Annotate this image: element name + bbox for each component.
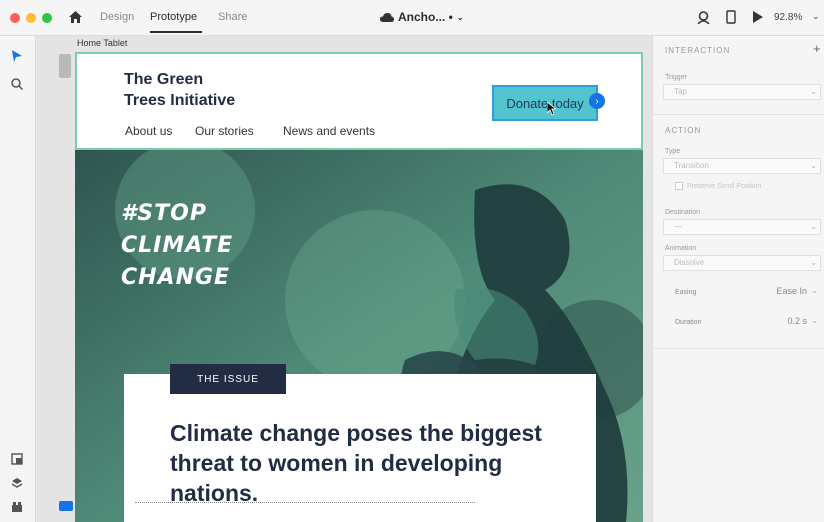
add-interaction-icon[interactable]: +	[813, 41, 821, 56]
hero-line-1: #STOP	[121, 201, 207, 226]
property-inspector: INTERACTION + Trigger Tap ⌄ ACTION Type …	[652, 36, 824, 522]
issue-headline: Climate change poses the biggest threat …	[170, 420, 542, 506]
maximize-window-button[interactable]	[42, 13, 52, 23]
minimize-window-button[interactable]	[26, 13, 36, 23]
cloud-icon	[380, 12, 394, 22]
chevron-down-icon: ⌄	[456, 12, 464, 22]
chevron-down-icon[interactable]: ⌄	[812, 11, 820, 22]
animation-dropdown[interactable]: Dissolve ⌄	[663, 255, 821, 271]
trigger-value: Tap	[674, 87, 687, 96]
logo-line-1: The Green	[124, 71, 204, 88]
chevron-down-icon: ⌄	[810, 258, 817, 267]
duration-label: Duration	[675, 319, 702, 326]
cursor-icon	[547, 102, 556, 115]
document-assets-icon[interactable]	[11, 453, 23, 465]
action-section-title: ACTION	[665, 126, 702, 135]
issue-tag-label: THE ISSUE	[197, 373, 259, 385]
animation-value: Dissolve	[674, 258, 705, 267]
hero-line-2: CLIMATE	[121, 233, 234, 258]
site-header: The Green Trees Initiative About us Our …	[75, 52, 643, 150]
active-tab-indicator	[150, 31, 202, 33]
duration-field[interactable]: 0.2 s ⌄	[733, 314, 821, 330]
preserve-scroll-label: Preserve Scroll Position	[687, 183, 762, 190]
nav-our-stories[interactable]: Our stories	[195, 124, 254, 138]
tab-share[interactable]: Share	[218, 11, 247, 23]
artboard-home-tablet[interactable]: The Green Trees Initiative About us Our …	[75, 52, 643, 522]
donate-label: Donate today	[506, 95, 584, 111]
wire-handle-icon[interactable]: ›	[589, 93, 605, 109]
search-icon[interactable]	[11, 78, 23, 90]
nav-about-us[interactable]: About us	[125, 124, 172, 138]
type-label: Type	[665, 148, 681, 155]
guide-line	[135, 502, 475, 503]
destination-value: —	[674, 222, 682, 231]
select-tool-icon[interactable]	[12, 50, 22, 62]
plugins-icon[interactable]	[11, 501, 23, 513]
tab-design[interactable]: Design	[100, 11, 134, 23]
donate-button[interactable]: Donate today	[492, 85, 598, 121]
hero-image: #STOP CLIMATE CHANGE THE ISSUE Climate c…	[75, 150, 643, 522]
divider	[653, 348, 824, 349]
device-preview-icon[interactable]	[726, 10, 736, 24]
document-title[interactable]: Ancho... • ⌄	[380, 10, 464, 24]
easing-label: Easing	[675, 289, 697, 296]
trigger-label: Trigger	[665, 74, 687, 81]
chevron-down-icon: ⌄	[810, 222, 817, 231]
tab-prototype[interactable]: Prototype	[150, 11, 197, 23]
animation-label: Animation	[665, 245, 697, 252]
preserve-scroll-checkbox[interactable]	[675, 182, 683, 190]
chevron-down-icon: ⌄	[810, 161, 817, 170]
destination-dropdown[interactable]: — ⌄	[663, 219, 821, 235]
logo-line-2: Trees Initiative	[124, 92, 236, 109]
left-toolbar	[0, 36, 36, 522]
issue-tag: THE ISSUE	[170, 364, 286, 394]
site-logo[interactable]: The Green Trees Initiative	[124, 69, 235, 111]
nav-news-and-events[interactable]: News and events	[283, 124, 375, 138]
close-window-button[interactable]	[10, 13, 20, 23]
home-artboard-marker[interactable]	[59, 54, 71, 78]
user-icon[interactable]	[697, 11, 710, 24]
zoom-level[interactable]: 92.8%	[774, 12, 802, 23]
document-title-text: Ancho... •	[398, 10, 453, 24]
play-icon[interactable]	[753, 11, 763, 23]
trigger-dropdown[interactable]: Tap ⌄	[663, 84, 821, 100]
chevron-down-icon: ⌄	[811, 286, 818, 295]
chevron-down-icon: ⌄	[810, 87, 817, 96]
chevron-down-icon: ⌄	[811, 316, 818, 325]
hero-line-3: CHANGE	[121, 265, 231, 290]
flow-start-marker[interactable]	[59, 501, 73, 511]
duration-value: 0.2 s	[787, 316, 807, 326]
type-dropdown[interactable]: Transition ⌄	[663, 158, 821, 174]
destination-label: Destination	[665, 209, 701, 216]
title-bar: Design Prototype Share Ancho... • ⌄ 92.8…	[0, 0, 824, 36]
interaction-section-title: INTERACTION	[665, 46, 731, 55]
divider	[653, 114, 824, 115]
stop-climate-change-text: #STOP CLIMATE CHANGE	[121, 198, 233, 294]
design-canvas[interactable]: Home Tablet The Green Trees Initiative A…	[37, 36, 652, 522]
easing-dropdown[interactable]: Ease In ⌄	[733, 284, 821, 300]
layers-icon[interactable]	[11, 477, 23, 489]
artboard-label[interactable]: Home Tablet	[77, 38, 127, 48]
type-value: Transition	[674, 161, 709, 170]
easing-value: Ease In	[776, 286, 807, 296]
home-icon[interactable]	[69, 11, 82, 23]
